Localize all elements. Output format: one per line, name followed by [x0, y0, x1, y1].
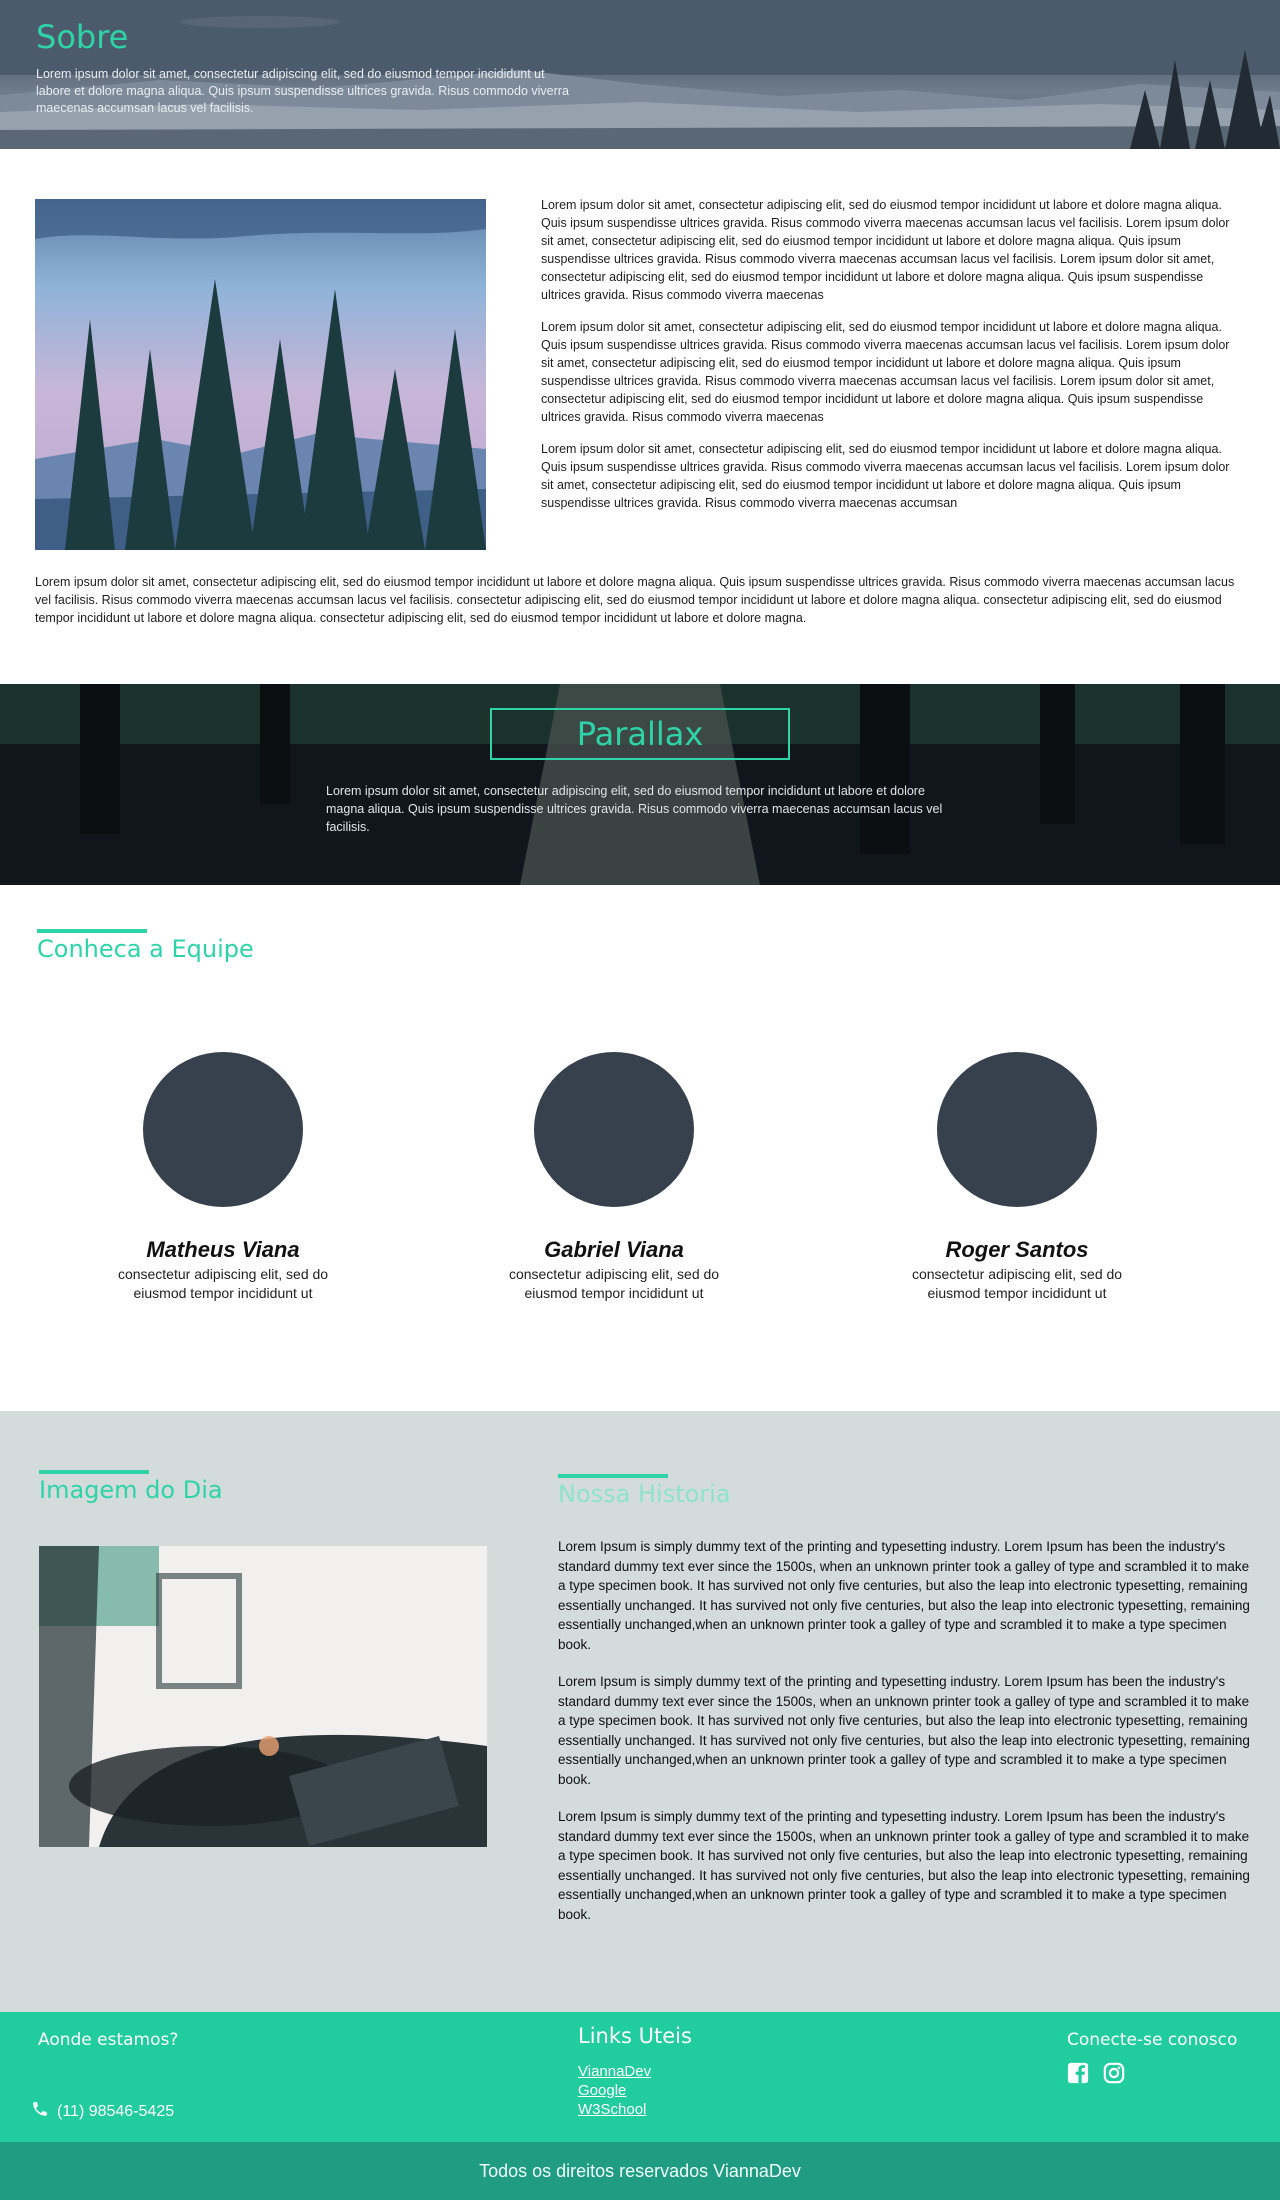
- day-title: Imagem do Dia: [39, 1476, 223, 1504]
- hero-text: Lorem ipsum dolor sit amet, consectetur …: [36, 67, 569, 115]
- image-of-the-day: [39, 1546, 487, 1847]
- history-title-accent: [558, 1474, 668, 1478]
- about-paragraph: Lorem ipsum dolor sit amet, consectetur …: [541, 442, 1230, 510]
- day-title-accent: [39, 1470, 149, 1474]
- footer-phone: (11) 98546-5425: [31, 2100, 174, 2123]
- phone-icon: [31, 2100, 49, 2123]
- avatar: [534, 1052, 694, 1207]
- social-icons: [1067, 2062, 1125, 2089]
- member-name: Roger Santos: [945, 1237, 1089, 1262]
- member-name: Matheus Viana: [146, 1237, 300, 1262]
- team-title: Conheca a Equipe: [37, 935, 254, 963]
- facebook-icon[interactable]: [1067, 2062, 1089, 2089]
- team-member-card: Matheus Viana consectetur adipiscing eli…: [93, 1052, 353, 1303]
- team-title-accent: [37, 929, 147, 933]
- history-paragraph: Lorem Ipsum is simply dummy text of the …: [558, 1674, 1250, 1787]
- avatar: [143, 1052, 303, 1207]
- footer-links-title: Links Uteis: [578, 2024, 692, 2048]
- footer-links: ViannaDev Google W3School: [578, 2062, 651, 2119]
- footer: Aonde estamos? (11) 98546-5425 Links Ute…: [0, 2012, 1280, 2142]
- parallax-section: Parallax Lorem ipsum dolor sit amet, con…: [0, 684, 1280, 885]
- about-paragraph: Lorem ipsum dolor sit amet, consectetur …: [541, 198, 1230, 302]
- instagram-icon[interactable]: [1103, 2062, 1125, 2089]
- member-description: consectetur adipiscing elit, sed do eius…: [508, 1266, 720, 1301]
- footer-connect-title: Conecte-se conosco: [1067, 2030, 1238, 2050]
- history-title: Nossa Historia: [558, 1480, 731, 1508]
- about-paragraph: Lorem ipsum dolor sit amet, consectetur …: [541, 320, 1230, 424]
- about-paragraphs: Lorem ipsum dolor sit amet, consectetur …: [541, 196, 1241, 526]
- about-full-paragraph: Lorem ipsum dolor sit amet, consectetur …: [35, 575, 1235, 625]
- about-hero: Sobre Lorem ipsum dolor sit amet, consec…: [0, 0, 1280, 149]
- footer-link-google[interactable]: Google: [578, 2081, 651, 2100]
- avatar: [937, 1052, 1097, 1207]
- member-description: consectetur adipiscing elit, sed do eius…: [911, 1266, 1123, 1301]
- forest-image: [35, 199, 486, 550]
- member-description: consectetur adipiscing elit, sed do eius…: [117, 1266, 329, 1301]
- footer-link-w3school[interactable]: W3School: [578, 2100, 651, 2119]
- history-paragraphs: Lorem Ipsum is simply dummy text of the …: [558, 1537, 1252, 1942]
- footer-link-viannadev[interactable]: ViannaDev: [578, 2062, 651, 2081]
- team-member-card: Roger Santos consectetur adipiscing elit…: [887, 1052, 1147, 1303]
- parallax-title: Parallax: [490, 708, 790, 760]
- history-paragraph: Lorem Ipsum is simply dummy text of the …: [558, 1809, 1250, 1922]
- member-name: Gabriel Viana: [544, 1237, 684, 1262]
- team-member-card: Gabriel Viana consectetur adipiscing eli…: [484, 1052, 744, 1303]
- history-paragraph: Lorem Ipsum is simply dummy text of the …: [558, 1539, 1250, 1652]
- parallax-text: Lorem ipsum dolor sit amet, consectetur …: [326, 784, 943, 834]
- phone-number: (11) 98546-5425: [57, 2102, 175, 2120]
- hero-title: Sobre: [36, 18, 129, 56]
- footer-where-title: Aonde estamos?: [38, 2030, 179, 2050]
- copyright-bar: Todos os direitos reservados ViannaDev: [0, 2142, 1280, 2200]
